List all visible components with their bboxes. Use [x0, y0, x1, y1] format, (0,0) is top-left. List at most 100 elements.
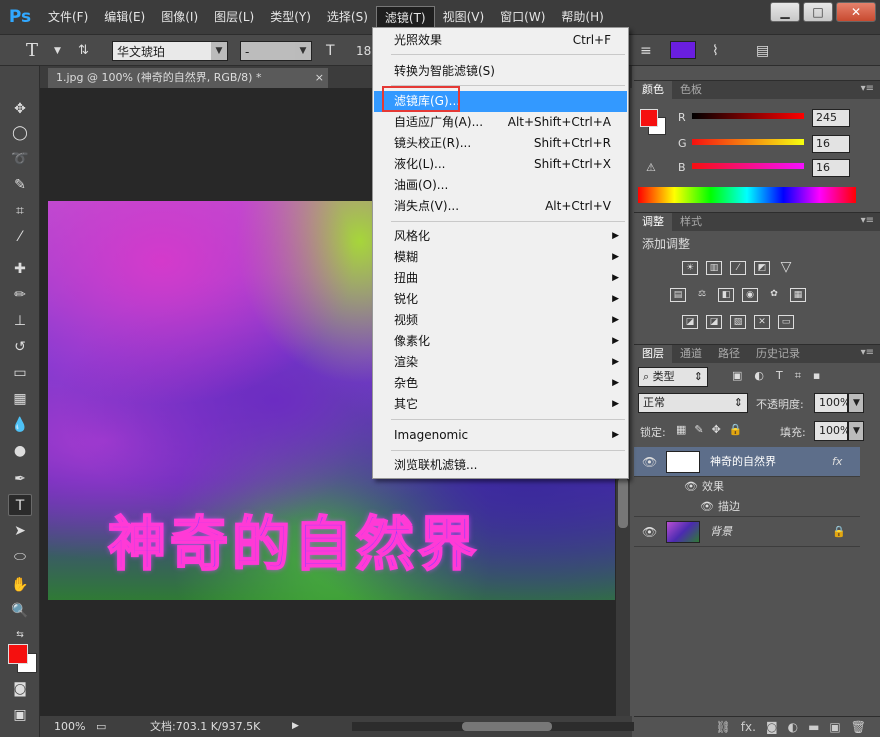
status-menu-arrow-icon[interactable]: ▶	[292, 716, 299, 737]
brightness-icon[interactable]: ☀	[682, 261, 698, 275]
panel-menu-icon[interactable]: ▾≡	[861, 83, 874, 94]
shape-tool-icon[interactable]: ⬭	[8, 546, 32, 568]
curves-icon[interactable]: ⁄	[730, 261, 746, 275]
layer-stroke-effect-row[interactable]: 👁 描边	[634, 497, 860, 517]
link-layers-icon[interactable]: ⛓	[716, 717, 731, 737]
menu-item-video[interactable]: 视频 ▶	[374, 310, 627, 331]
r-value-field[interactable]: 245	[812, 109, 850, 127]
text-orientation-icon[interactable]: ⇅	[78, 41, 89, 61]
eraser-tool-icon[interactable]: ▭	[8, 362, 32, 384]
layer-filter-dropdown[interactable]: ⌕ 类型 ⇕	[638, 367, 708, 387]
pen-tool-icon[interactable]: ✒	[8, 468, 32, 490]
menu-item-distort[interactable]: 扭曲 ▶	[374, 268, 627, 289]
menu-select[interactable]: 选择(S)	[319, 0, 376, 34]
hand-tool-icon[interactable]: ✋	[8, 574, 32, 596]
b-value-field[interactable]: 16	[812, 159, 850, 177]
close-button[interactable]: ✕	[836, 2, 876, 22]
add-mask-icon[interactable]: ◙	[766, 717, 778, 737]
quick-mask-icon[interactable]: ◙	[8, 678, 32, 700]
minimize-button[interactable]: ▁	[770, 2, 800, 22]
history-brush-tool-icon[interactable]: ↺	[8, 336, 32, 358]
new-layer-icon[interactable]: ▣	[829, 717, 840, 737]
menu-item-render[interactable]: 渲染 ▶	[374, 352, 627, 373]
marquee-tool-icon[interactable]: ◯	[8, 122, 32, 144]
g-slider[interactable]	[692, 139, 804, 145]
visibility-eye-icon[interactable]: 👁	[700, 497, 714, 517]
menu-type[interactable]: 类型(Y)	[262, 0, 319, 34]
horizontal-scrollbar[interactable]	[352, 722, 652, 731]
tab-color[interactable]: 颜色	[634, 81, 672, 99]
photo-filter-icon[interactable]: ◉	[742, 288, 758, 302]
levels-icon[interactable]: ▥	[706, 261, 722, 275]
visibility-eye-icon[interactable]: 👁	[642, 517, 657, 547]
chevron-down-icon[interactable]: ▼	[848, 421, 864, 441]
channel-mixer-icon[interactable]: ✿	[766, 288, 782, 302]
menu-item-browse-online-filters[interactable]: 浏览联机滤镜...	[374, 455, 627, 476]
warp-text-icon[interactable]: ⌇	[712, 41, 719, 61]
tab-channels[interactable]: 通道	[672, 345, 710, 363]
tool-preset-arrow-icon[interactable]: ▼	[54, 41, 61, 61]
menu-layer[interactable]: 图层(L)	[206, 0, 262, 34]
path-select-tool-icon[interactable]: ➤	[8, 520, 32, 542]
fx-icon[interactable]: fx.	[741, 717, 756, 737]
color-lookup-icon[interactable]: ▦	[790, 288, 806, 302]
tab-swatches[interactable]: 色板	[672, 81, 710, 99]
lock-icons[interactable]: ▦✎✥🔒	[676, 423, 751, 436]
character-panel-icon[interactable]: ▤	[756, 41, 769, 61]
black-white-icon[interactable]: ◧	[718, 288, 734, 302]
blur-tool-icon[interactable]: 💧	[8, 414, 32, 436]
foreground-color-swatch[interactable]	[8, 644, 28, 664]
menu-item-pixelate[interactable]: 像素化 ▶	[374, 331, 627, 352]
layer-effects-row[interactable]: 👁 效果	[634, 477, 860, 497]
menu-item-smart-filter[interactable]: 转换为智能滤镜(S)	[374, 61, 627, 82]
tab-layers[interactable]: 图层	[634, 345, 672, 363]
visibility-eye-icon[interactable]: 👁	[642, 447, 657, 477]
menu-item-oil-paint[interactable]: 油画(O)...	[374, 175, 627, 196]
threshold-icon[interactable]: ▧	[730, 315, 746, 329]
blend-mode-dropdown[interactable]: 正常 ⇕	[638, 393, 748, 413]
menu-item-adaptive-wide-angle[interactable]: 自适应广角(A)... Alt+Shift+Ctrl+A	[374, 112, 627, 133]
type-tool-icon[interactable]: T	[8, 494, 32, 516]
r-slider[interactable]	[692, 113, 804, 119]
delete-layer-icon[interactable]: 🗑	[851, 717, 866, 737]
healing-brush-tool-icon[interactable]: ✚	[8, 258, 32, 280]
dodge-tool-icon[interactable]: ●	[8, 440, 32, 462]
font-family-dropdown[interactable]: 华文琥珀 ▼	[112, 41, 228, 61]
layer-row-text[interactable]: 👁 神奇的自然界 fx	[634, 447, 860, 477]
b-slider[interactable]	[692, 163, 804, 169]
menu-item-other[interactable]: 其它 ▶	[374, 394, 627, 415]
visibility-eye-icon[interactable]: 👁	[684, 477, 698, 497]
gradient-tool-icon[interactable]: ▦	[8, 388, 32, 410]
brush-tool-icon[interactable]: ✏	[8, 284, 32, 306]
tab-adjustments[interactable]: 调整	[634, 213, 672, 231]
fill-field[interactable]: 100%	[814, 421, 850, 441]
lasso-tool-icon[interactable]: ➰	[8, 148, 32, 170]
menu-item-stylize[interactable]: 风格化 ▶	[374, 226, 627, 247]
move-tool-icon[interactable]: ✥	[8, 98, 32, 120]
close-tab-icon[interactable]: ×	[315, 68, 324, 88]
menu-item-last-filter[interactable]: 光照效果 Ctrl+F	[374, 30, 627, 51]
text-color-swatch[interactable]	[670, 41, 696, 59]
stamp-tool-icon[interactable]: ⊥	[8, 310, 32, 332]
panel-menu-icon[interactable]: ▾≡	[861, 347, 874, 358]
tab-history[interactable]: 历史记录	[748, 345, 808, 363]
scroll-thumb[interactable]	[462, 722, 552, 731]
menu-item-liquify[interactable]: 液化(L)... Shift+Ctrl+X	[374, 154, 627, 175]
gamut-warning-icon[interactable]: ⚠	[646, 161, 656, 174]
gradient-map-icon[interactable]: ▭	[778, 315, 794, 329]
exposure-icon[interactable]: ◩	[754, 261, 770, 275]
selective-color-icon[interactable]: ✕	[754, 315, 770, 329]
menu-item-sharpen[interactable]: 锐化 ▶	[374, 289, 627, 310]
menu-item-imagenomic[interactable]: Imagenomic ▶	[374, 425, 627, 446]
justify-icon[interactable]: ≡	[640, 41, 652, 61]
chevron-down-icon[interactable]: ▼	[848, 393, 864, 413]
fx-icon[interactable]: fx	[832, 447, 842, 477]
tab-styles[interactable]: 样式	[672, 213, 710, 231]
document-tab[interactable]: 1.jpg @ 100% (神奇的自然界, RGB/8) * ×	[48, 68, 328, 88]
opacity-field[interactable]: 100%	[814, 393, 850, 413]
crop-tool-icon[interactable]: ⌗	[8, 200, 32, 222]
color-spectrum[interactable]	[638, 187, 856, 203]
g-value-field[interactable]: 16	[812, 135, 850, 153]
zoom-level[interactable]: 100%	[54, 716, 85, 737]
menu-image[interactable]: 图像(I)	[153, 0, 206, 34]
